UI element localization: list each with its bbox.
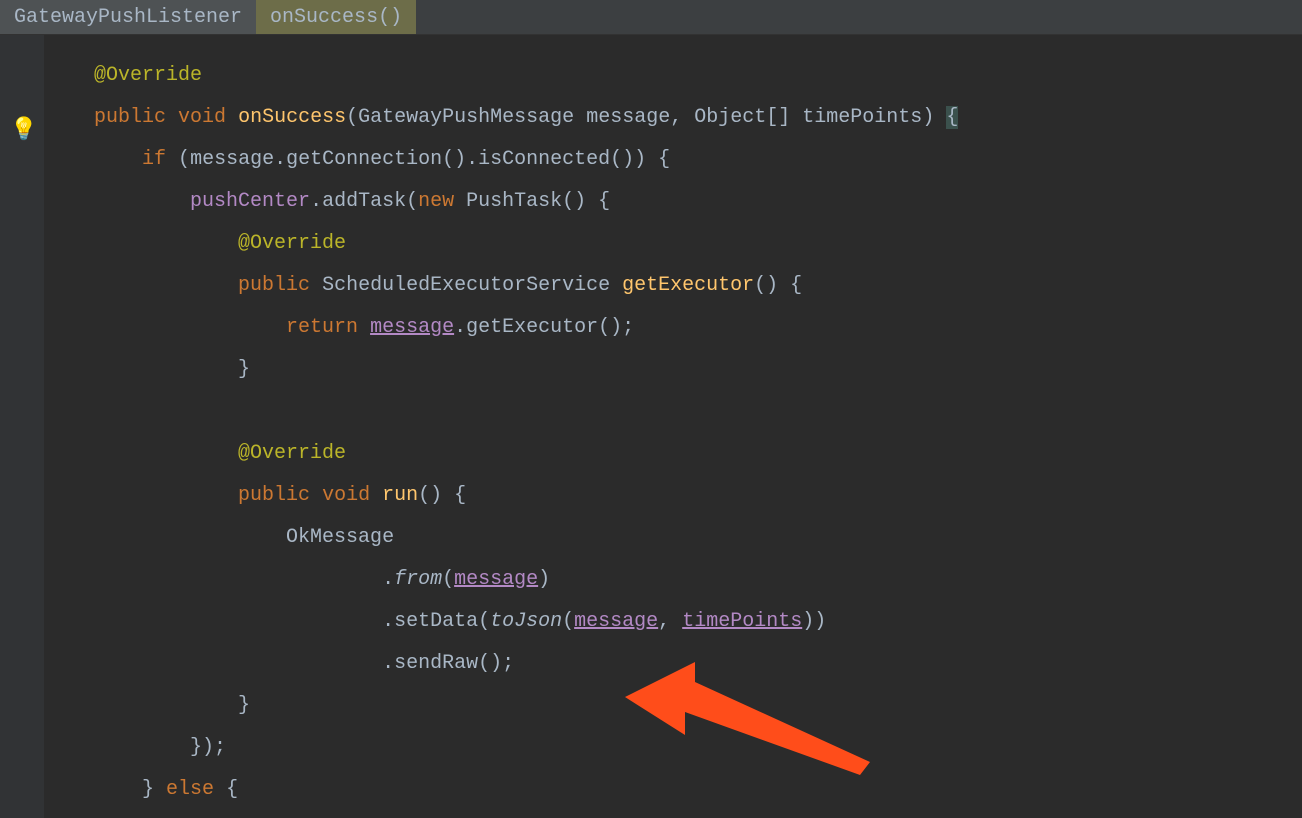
code-line: pushCenter.addTask(new PushTask() { <box>46 181 1302 223</box>
breadcrumb-method[interactable]: onSuccess() <box>256 0 416 34</box>
code-line: @Override <box>46 55 1302 97</box>
lightbulb-icon[interactable]: 💡 <box>10 117 37 143</box>
code-line: .sendRaw(); <box>46 643 1302 685</box>
code-line: public void onSuccess(GatewayPushMessage… <box>46 97 1302 139</box>
code-line: @Override <box>46 223 1302 265</box>
code-line <box>46 391 1302 433</box>
code-line: } <box>46 349 1302 391</box>
code-line: OkMessage <box>46 517 1302 559</box>
code-line: } else { <box>46 769 1302 811</box>
code-line: return message.getExecutor(); <box>46 307 1302 349</box>
code-line: public ScheduledExecutorService getExecu… <box>46 265 1302 307</box>
code-line: if (message.getConnection().isConnected(… <box>46 139 1302 181</box>
code-line: public void run() { <box>46 475 1302 517</box>
code-line: }); <box>46 727 1302 769</box>
code-editor[interactable]: 💡 @Override public void onSuccess(Gatewa… <box>0 35 1302 818</box>
code-line: @Override <box>46 433 1302 475</box>
code-line: .from(message) <box>46 559 1302 601</box>
code-line: } <box>46 685 1302 727</box>
breadcrumb-bar: GatewayPushListener onSuccess() <box>0 0 1302 35</box>
annotation: @Override <box>94 64 202 87</box>
editor-gutter <box>0 35 44 818</box>
code-line: .setData(toJson(message, timePoints)) <box>46 601 1302 643</box>
code-line: Logs.PUSH.warn("push message to client s… <box>46 811 1302 818</box>
code-area[interactable]: @Override public void onSuccess(GatewayP… <box>46 55 1302 818</box>
breadcrumb-class[interactable]: GatewayPushListener <box>0 0 256 34</box>
